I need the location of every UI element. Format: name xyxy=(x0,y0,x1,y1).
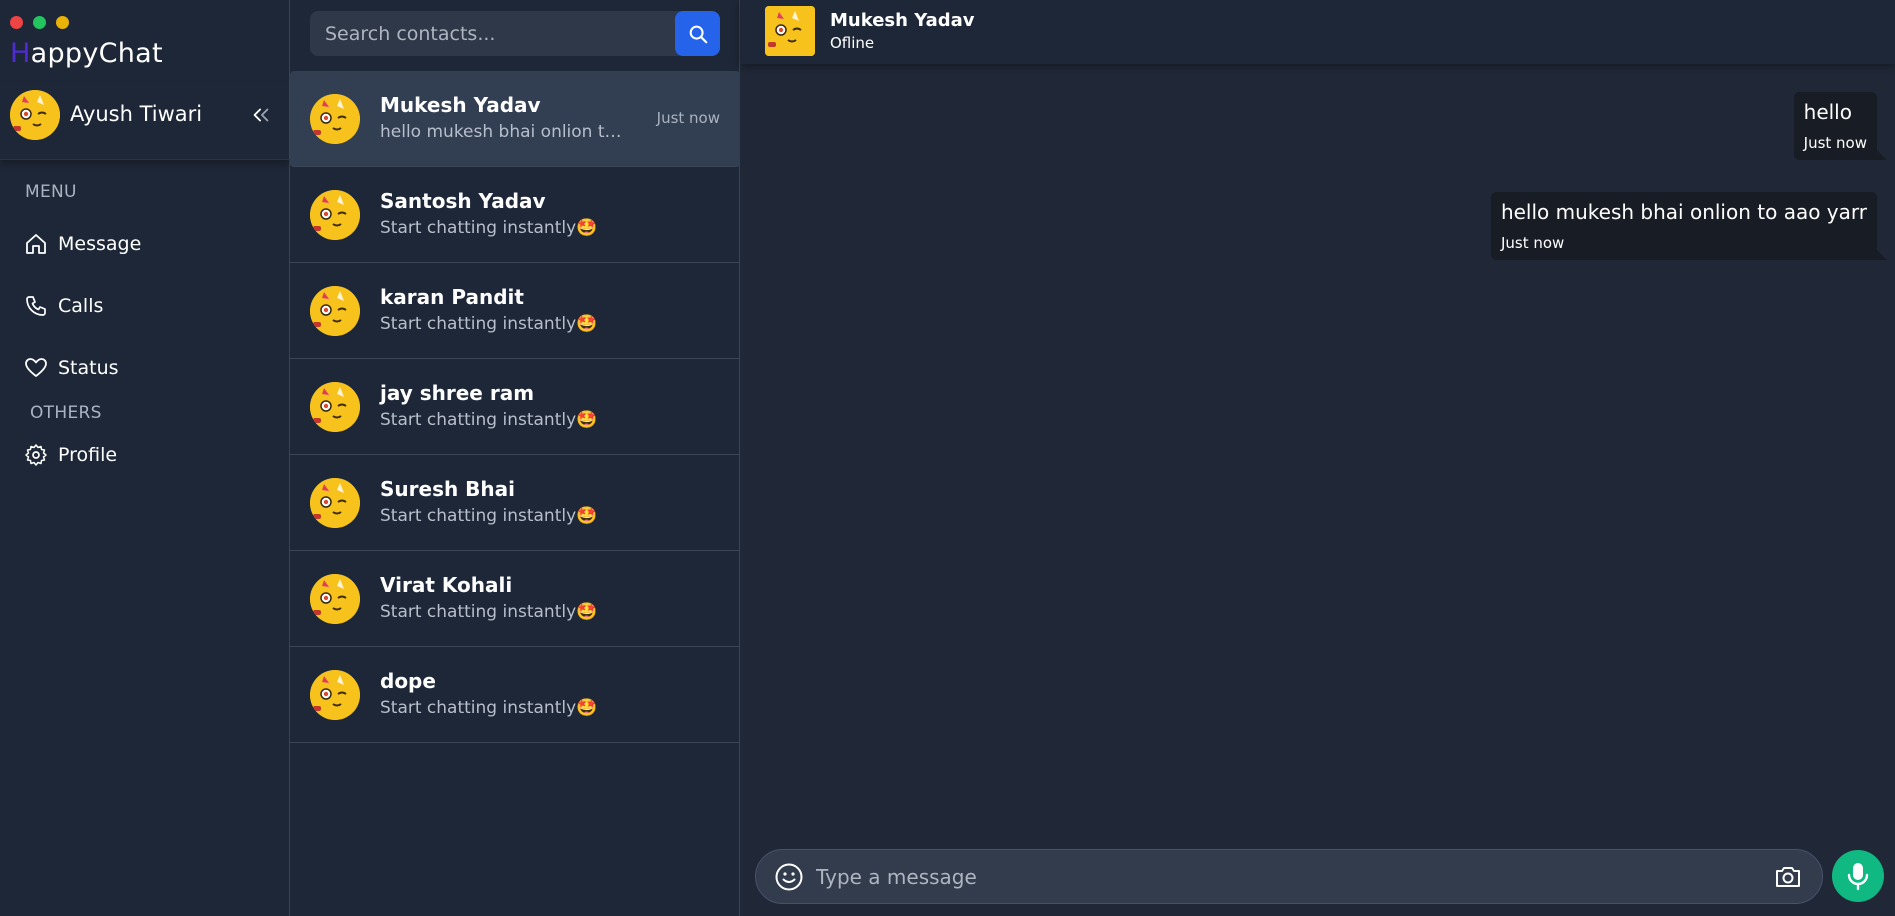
sidebar-item-status[interactable]: Status xyxy=(24,356,119,380)
chat-contact-name: Mukesh Yadav xyxy=(830,10,975,31)
cartoon-avatar-icon xyxy=(310,478,360,528)
contact-last-message: Start chatting instantly🤩 xyxy=(380,602,598,622)
cartoon-avatar-icon xyxy=(765,6,815,56)
sidebar-item-message[interactable]: Message xyxy=(24,232,141,256)
phone-icon xyxy=(26,296,46,316)
camera-icon[interactable] xyxy=(1774,864,1802,890)
chat-header: Mukesh Yadav Ofline xyxy=(740,0,1895,64)
contact-last-message: hello mukesh bhai onlion to aao yarr xyxy=(380,122,630,142)
contact-name: karan Pandit xyxy=(380,285,524,309)
message-composer xyxy=(755,849,1823,904)
contact-item[interactable]: Mukesh Yadav hello mukesh bhai onlion to… xyxy=(290,71,740,167)
search-button[interactable] xyxy=(675,11,720,56)
sidebar-item-label: Message xyxy=(58,233,142,255)
app-logo: HappyChat xyxy=(10,38,163,69)
sidebar-item-profile[interactable]: Profile xyxy=(24,443,117,467)
home-icon xyxy=(26,234,46,254)
cartoon-avatar-icon xyxy=(310,574,360,624)
contact-avatar xyxy=(310,286,360,336)
current-user: Ayush Tiwari xyxy=(0,82,290,160)
heart-icon xyxy=(25,358,47,377)
message-text: hello mukesh bhai onlion to aao yarr xyxy=(1500,200,1867,224)
contact-last-message: Start chatting instantly🤩 xyxy=(380,506,598,526)
search-input[interactable] xyxy=(310,11,674,56)
cartoon-avatar-icon xyxy=(310,382,360,432)
contact-name: jay shree ram xyxy=(380,381,535,405)
microphone-icon xyxy=(1847,863,1869,891)
chat-contact-status: Ofline xyxy=(830,34,875,52)
contact-item[interactable]: Santosh Yadav Start chatting instantly🤩 xyxy=(290,167,740,263)
contact-name: Santosh Yadav xyxy=(380,189,546,213)
maximize-window-button[interactable] xyxy=(33,16,46,29)
gear-icon xyxy=(25,444,47,466)
others-heading: OTHERS xyxy=(30,403,102,423)
sidebar-item-label: Status xyxy=(58,357,119,379)
chat-area: Mukesh Yadav Ofline hello Just now hello… xyxy=(740,0,1895,916)
contact-last-message: Start chatting instantly🤩 xyxy=(380,410,598,430)
collapse-sidebar-icon[interactable] xyxy=(250,104,272,126)
contact-last-message: Start chatting instantly🤩 xyxy=(380,698,598,718)
message-bubble: hello mukesh bhai onlion to aao yarr Jus… xyxy=(1490,192,1888,260)
brand-first-letter: H xyxy=(10,38,31,69)
emoji-icon[interactable] xyxy=(774,862,804,892)
contact-item[interactable]: Virat Kohali Start chatting instantly🤩 xyxy=(290,551,740,647)
message-time: Just now xyxy=(1500,234,1565,252)
contacts-panel: Mukesh Yadav hello mukesh bhai onlion to… xyxy=(290,0,740,916)
cartoon-avatar-icon xyxy=(310,190,360,240)
contact-name: dope xyxy=(380,669,436,693)
contact-last-message: Start chatting instantly🤩 xyxy=(380,314,598,334)
search-bar xyxy=(310,11,720,56)
contact-time: Just now xyxy=(656,109,720,127)
cartoon-avatar-icon xyxy=(310,94,360,144)
cartoon-avatar-icon xyxy=(310,670,360,720)
chat-contact-avatar[interactable] xyxy=(765,6,815,56)
contact-name: Virat Kohali xyxy=(380,573,513,597)
contact-name: Mukesh Yadav xyxy=(380,93,541,117)
contact-item[interactable]: karan Pandit Start chatting instantly🤩 xyxy=(290,263,740,359)
contact-avatar xyxy=(310,382,360,432)
brand-rest: appyChat xyxy=(30,38,163,69)
contact-avatar xyxy=(310,190,360,240)
contact-avatar xyxy=(310,478,360,528)
message-time: Just now xyxy=(1803,134,1867,152)
minimize-window-button[interactable] xyxy=(56,16,69,29)
message-text: hello xyxy=(1803,100,1852,124)
contact-avatar xyxy=(310,574,360,624)
user-avatar[interactable] xyxy=(10,90,60,140)
user-name: Ayush Tiwari xyxy=(70,102,203,126)
sidebar: HappyChat Ayush Tiwari MENU Message Call… xyxy=(0,0,290,916)
contact-item[interactable]: dope Start chatting instantly🤩 xyxy=(290,647,740,743)
contact-item[interactable]: Suresh Bhai Start chatting instantly🤩 xyxy=(290,455,740,551)
message-bubble: hello Just now xyxy=(1793,92,1888,160)
contact-avatar xyxy=(310,670,360,720)
sidebar-item-label: Calls xyxy=(58,295,104,317)
sidebar-item-label: Profile xyxy=(58,444,118,466)
contact-last-message: Start chatting instantly🤩 xyxy=(380,218,598,238)
cartoon-avatar-icon xyxy=(10,90,60,140)
window-controls xyxy=(10,16,69,29)
voice-message-button[interactable] xyxy=(1832,850,1884,902)
contact-name: Suresh Bhai xyxy=(380,477,516,501)
search-icon xyxy=(689,25,707,43)
contact-item[interactable]: jay shree ram Start chatting instantly🤩 xyxy=(290,359,740,455)
close-window-button[interactable] xyxy=(10,16,23,29)
cartoon-avatar-icon xyxy=(310,286,360,336)
contact-list: Mukesh Yadav hello mukesh bhai onlion to… xyxy=(290,71,740,743)
contact-avatar xyxy=(310,94,360,144)
sidebar-item-calls[interactable]: Calls xyxy=(24,294,103,318)
message-input[interactable] xyxy=(816,850,1716,903)
menu-heading: MENU xyxy=(25,182,77,202)
